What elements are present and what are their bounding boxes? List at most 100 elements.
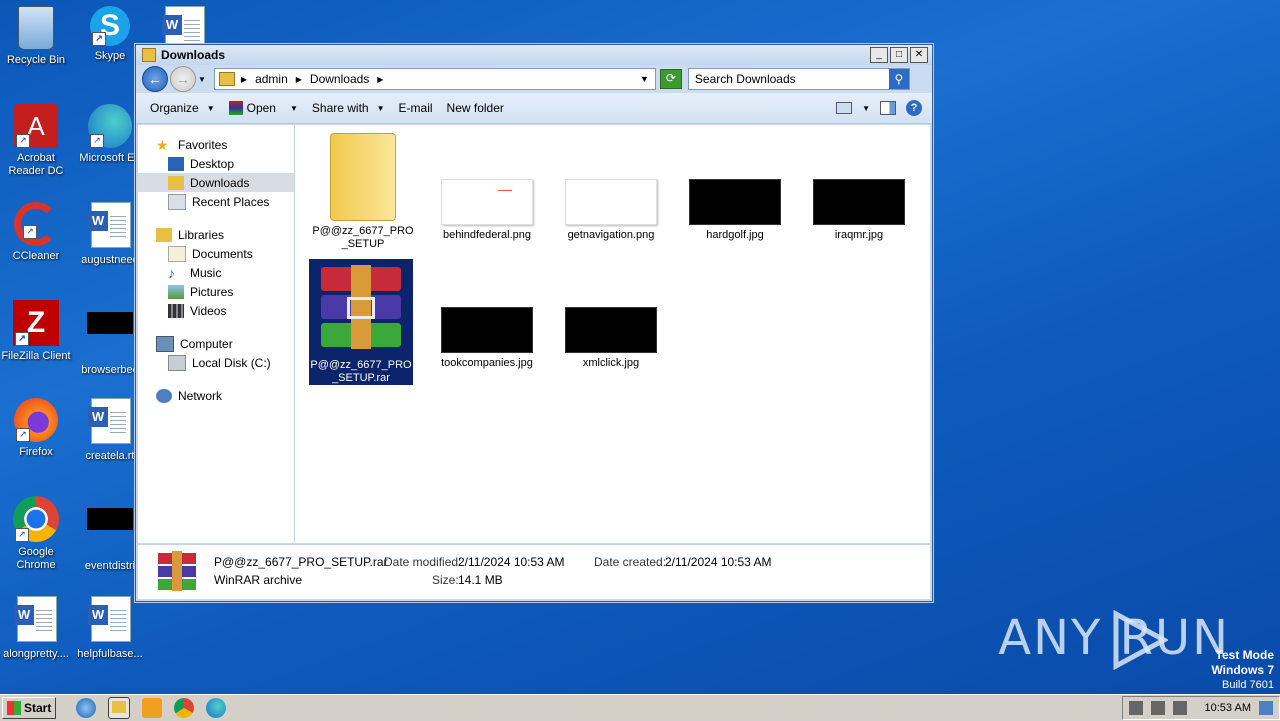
nav-label: Downloads <box>190 175 250 190</box>
nav-favorites[interactable]: ★ Favorites <box>138 135 294 154</box>
file-item[interactable]: tookcompanies.jpg <box>435 253 539 370</box>
file-item[interactable]: behindfederal.png <box>435 125 539 242</box>
open-label: Open <box>246 101 276 115</box>
desktop-icon-alongpretty[interactable]: W alongpretty.... <box>0 596 72 661</box>
open-button[interactable]: Open ▼ <box>228 101 298 115</box>
winrar-archive-icon <box>315 265 407 355</box>
nav-network[interactable]: Network <box>138 386 294 405</box>
search-icon[interactable]: ⚲ <box>888 69 909 89</box>
nav-label: Music <box>190 265 222 280</box>
file-item[interactable]: getnavigation.png <box>559 125 663 242</box>
black-thumbnail-icon <box>86 312 134 360</box>
edge-taskbar-icon[interactable] <box>206 698 227 718</box>
file-item[interactable]: xmlclick.jpg <box>559 253 663 370</box>
window-title: Downloads <box>161 48 226 62</box>
nav-label: Libraries <box>178 227 225 242</box>
desktop-icon-helpfulbase[interactable]: W helpfulbase... <box>74 596 146 661</box>
explorer-taskbar-button[interactable] <box>108 697 131 719</box>
breadcrumb-downloads[interactable]: Downloads <box>310 72 369 86</box>
nav-desktop[interactable]: Desktop <box>138 154 294 173</box>
nav-libraries[interactable]: Libraries <box>138 225 294 244</box>
nav-computer[interactable]: Computer <box>138 334 294 353</box>
address-dropdown-icon[interactable]: ▼ <box>640 74 649 84</box>
start-button[interactable]: Start <box>2 697 57 719</box>
view-dropdown-icon[interactable]: ▼ <box>862 104 870 113</box>
show-desktop-icon[interactable] <box>1259 701 1273 715</box>
ccleaner-icon: ↗ <box>14 202 58 246</box>
nav-label: Network <box>178 388 223 403</box>
help-icon[interactable]: ? <box>906 100 922 116</box>
search-input[interactable]: Search Downloads ⚲ <box>687 68 910 90</box>
new-folder-button[interactable]: New folder <box>447 101 504 115</box>
music-icon: ♪ <box>168 264 175 281</box>
desktop-icon-label: alongpretty.... <box>3 648 69 660</box>
desktop-icon-label: CCleaner <box>12 250 60 262</box>
image-thumbnail <box>565 307 657 353</box>
address-bar[interactable]: ▶ admin ▶ Downloads ▶ ▼ <box>213 68 656 90</box>
desktop-icon-ccleaner[interactable]: ↗ CCleaner <box>0 202 72 263</box>
nav-downloads[interactable]: Downloads <box>138 173 294 192</box>
forward-button[interactable]: → <box>170 66 196 92</box>
organize-button[interactable]: Organize ▼ <box>150 101 215 115</box>
refresh-button[interactable]: ⟳ <box>659 69 682 89</box>
action-center-flag-icon[interactable] <box>1172 701 1187 715</box>
desktop-icon-label: helpfulbase... <box>77 648 143 660</box>
file-name: hardgolf.jpg <box>706 229 764 241</box>
nav-recent-places[interactable]: Recent Places <box>138 192 294 211</box>
minimize-button[interactable]: _ <box>870 47 888 63</box>
desktop-icon-label: Recycle Bin <box>6 54 66 66</box>
nav-pictures[interactable]: Pictures <box>138 282 294 301</box>
breadcrumb-admin[interactable]: admin <box>255 72 288 86</box>
back-button[interactable]: ← <box>142 66 168 92</box>
file-name: P@@zz_6677_PRO_SETUP <box>312 225 414 250</box>
local-disk-icon <box>168 354 186 371</box>
desktop-icon-label: FileZilla Client <box>1 350 71 362</box>
nav-documents[interactable]: Documents <box>138 244 294 263</box>
nav-videos[interactable]: Videos <box>138 301 294 320</box>
title-bar[interactable]: Downloads _ □ ✕ <box>136 45 932 65</box>
network-tray-icon[interactable] <box>1150 701 1165 715</box>
recent-pages-dropdown-icon[interactable]: ▼ <box>198 75 206 84</box>
preview-pane-icon[interactable] <box>880 101 896 115</box>
volume-icon[interactable] <box>1128 701 1143 715</box>
chevron-down-icon[interactable]: ▼ <box>290 104 298 113</box>
close-button[interactable]: ✕ <box>910 47 928 63</box>
media-player-icon[interactable] <box>142 698 163 718</box>
chrome-taskbar-icon[interactable] <box>174 698 195 718</box>
nav-label: Desktop <box>190 156 235 171</box>
date-modified-label: Date modified: <box>384 555 462 569</box>
file-name: P@@zz_6677_PRO_SETUP.rar <box>310 359 412 384</box>
file-item[interactable]: iraqmr.jpg <box>807 125 911 242</box>
email-label: E-mail <box>398 101 433 115</box>
file-item[interactable]: hardgolf.jpg <box>683 125 787 242</box>
videos-icon <box>168 303 184 318</box>
search-placeholder: Search Downloads <box>694 72 796 86</box>
size-label: Size: <box>432 573 459 587</box>
share-with-button[interactable]: Share with ▼ <box>312 101 385 115</box>
nav-local-disk[interactable]: Local Disk (C:) <box>138 353 294 372</box>
desktop-icon-acrobat[interactable]: A ↗ Acrobat Reader DC <box>0 104 72 178</box>
file-item-selected[interactable]: P@@zz_6677_PRO_SETUP.rar <box>309 259 413 385</box>
file-item[interactable]: P@@zz_6677_PRO_SETUP <box>311 133 415 251</box>
internet-explorer-icon[interactable] <box>76 698 97 718</box>
folder-icon <box>112 701 127 713</box>
edge-icon: ↗ <box>88 104 132 148</box>
date-modified-value: 2/11/2024 10:53 AM <box>458 555 565 569</box>
new-folder-label: New folder <box>446 101 504 115</box>
explorer-window: Downloads _ □ ✕ ← → ▼ ▶ admin ▶ Download… <box>135 44 933 602</box>
desktop-icon-chrome[interactable]: ↗ Google Chrome <box>0 496 72 572</box>
desktop-icon-firefox[interactable]: ↗ Firefox <box>0 398 72 459</box>
anyrun-watermark: ANY RUN <box>998 610 1230 666</box>
selected-file-type: WinRAR archive <box>214 573 303 587</box>
os-build-info: Test Mode Windows 7 Build 7601 <box>1211 648 1274 692</box>
email-button[interactable]: E-mail <box>399 101 433 115</box>
clock[interactable]: 10:53 AM <box>1205 702 1251 714</box>
desktop-icon-recycle-bin[interactable]: Recycle Bin <box>0 6 72 67</box>
file-name: tookcompanies.jpg <box>441 357 533 369</box>
desktop-icon-filezilla[interactable]: Z ↗ FileZilla Client <box>0 300 72 363</box>
nav-music[interactable]: ♪ Music <box>138 263 294 282</box>
maximize-button[interactable]: □ <box>890 47 908 63</box>
change-view-icon[interactable] <box>836 102 853 114</box>
nav-label: Videos <box>190 303 227 318</box>
image-thumbnail <box>689 179 781 225</box>
